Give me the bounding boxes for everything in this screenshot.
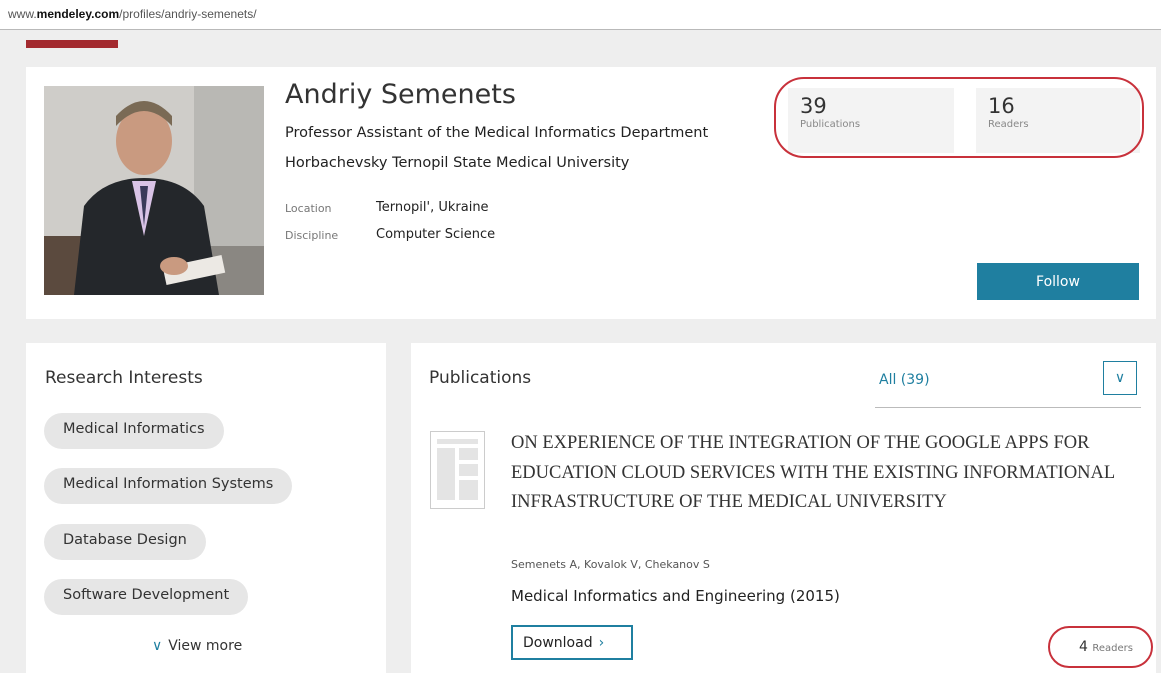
stat-readers-value: 16: [988, 94, 1015, 118]
url-path: /profiles/andriy-semenets/: [119, 7, 257, 21]
stat-publications-label: Publications: [800, 119, 861, 130]
interest-tag[interactable]: Medical Information Systems: [44, 468, 293, 504]
active-tab-indicator: [26, 40, 118, 48]
download-button[interactable]: Download ›: [511, 625, 633, 660]
stat-publications[interactable]: 39 Publications: [788, 88, 954, 153]
publication-journal: Medical Informatics and Engineering (201…: [511, 587, 840, 605]
research-interests-card: Research Interests Medical Informatics M…: [26, 343, 386, 673]
location-value: Ternopil', Ukraine: [376, 200, 489, 215]
publication-authors: Semenets A, Kovalok V, Chekanov S: [511, 558, 710, 571]
location-label: Location: [285, 202, 332, 215]
url-prefix: www.: [8, 7, 37, 21]
chevron-down-icon: ∨: [1114, 370, 1126, 386]
interest-tag[interactable]: Software Development: [44, 579, 249, 615]
filter-dropdown-button[interactable]: ∨: [1103, 361, 1137, 395]
readers-count: 4: [1079, 639, 1088, 655]
follow-button[interactable]: Follow: [977, 263, 1139, 300]
chevron-right-icon: ›: [598, 634, 605, 651]
profile-name: Andriy Semenets: [285, 79, 516, 110]
address-bar[interactable]: www.mendeley.com/profiles/andriy-semenet…: [0, 0, 1161, 30]
readers-label: Readers: [1092, 643, 1133, 654]
research-interests-title: Research Interests: [45, 368, 203, 388]
view-more-label: View more: [168, 638, 243, 654]
filter-selected-value: All (39): [879, 372, 930, 388]
document-thumbnail-icon: [430, 431, 485, 509]
publications-card: Publications All (39) ∨ On experience of…: [411, 343, 1156, 673]
chevron-down-icon: ∨: [152, 638, 163, 654]
publication-title[interactable]: On experience of the integration of the …: [511, 429, 1146, 518]
avatar: [44, 86, 264, 295]
view-more-link[interactable]: ∨ View more: [152, 638, 242, 654]
interest-tag[interactable]: Medical Informatics: [44, 413, 224, 449]
profile-role: Professor Assistant of the Medical Infor…: [285, 125, 709, 141]
profile-card: Andriy Semenets Professor Assistant of t…: [26, 67, 1156, 319]
interest-tag[interactable]: Database Design: [44, 524, 206, 560]
profile-stats: 39 Publications 16 Readers: [784, 88, 1144, 153]
profile-photo: [44, 86, 264, 295]
stat-readers-label: Readers: [988, 119, 1029, 130]
publication-readers: 4 Readers: [1079, 639, 1133, 655]
discipline-label: Discipline: [285, 229, 339, 242]
publications-filter[interactable]: All (39) ∨: [875, 361, 1141, 408]
publications-title: Publications: [429, 368, 532, 388]
download-label: Download: [523, 634, 593, 651]
stat-readers[interactable]: 16 Readers: [976, 88, 1140, 153]
discipline-value: Computer Science: [376, 227, 496, 242]
profile-university: Horbachevsky Ternopil State Medical Univ…: [285, 155, 630, 171]
stat-publications-value: 39: [800, 94, 827, 118]
url-domain: mendeley.com: [36, 7, 120, 21]
